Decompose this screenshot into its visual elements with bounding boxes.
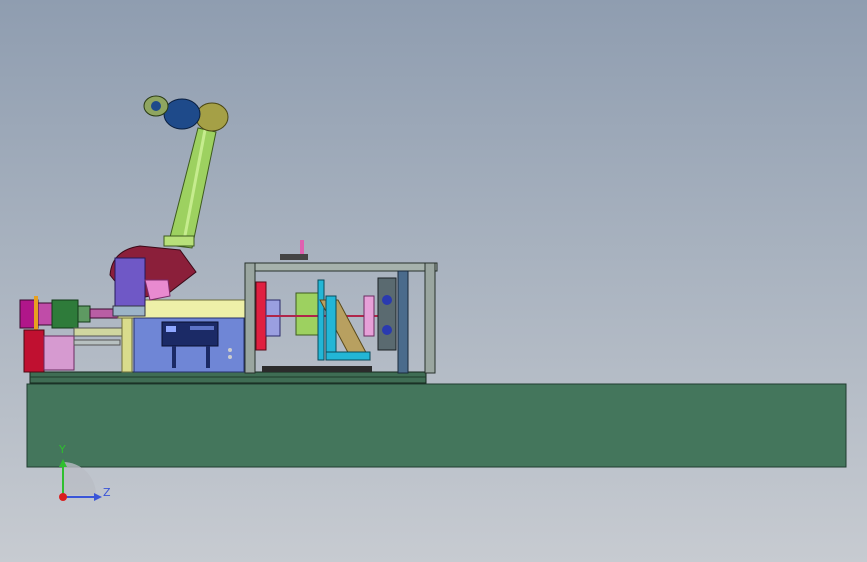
- cad-viewport[interactable]: Y Z: [0, 0, 867, 562]
- coordinate-triad: [59, 459, 102, 501]
- assembly-model: [19, 95, 847, 468]
- robot-arm: [109, 95, 229, 317]
- test-frame: [244, 240, 438, 374]
- y-axis-label: Y: [59, 443, 66, 456]
- drive-unit: [19, 296, 125, 373]
- z-axis-label: Z: [103, 486, 111, 499]
- origin-dot: [59, 493, 67, 501]
- control-box: [133, 317, 245, 373]
- base-plate: [26, 383, 847, 468]
